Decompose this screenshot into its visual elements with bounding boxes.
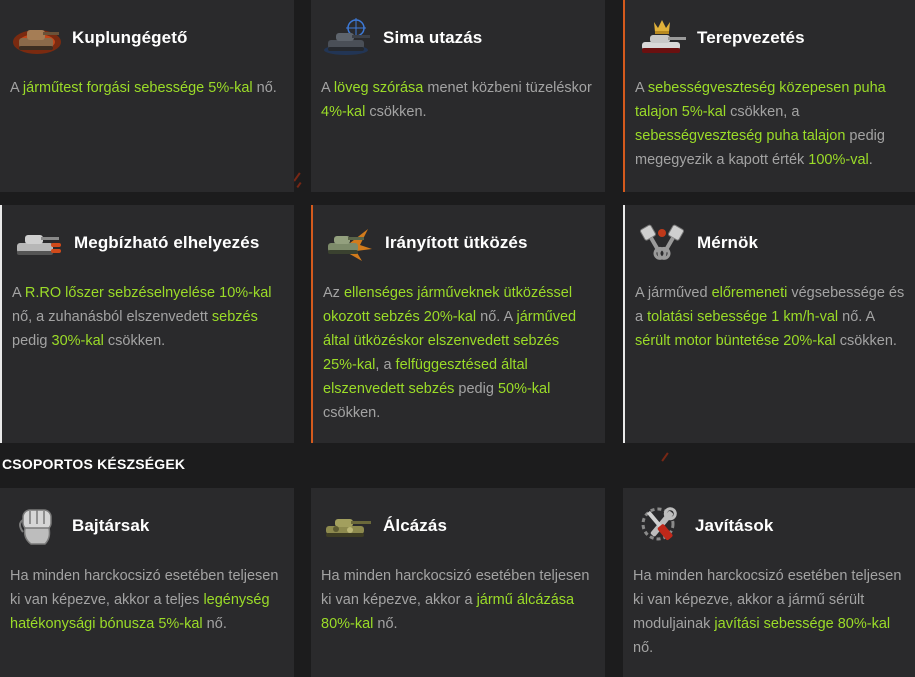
- skills-page: Kuplungégető A járműtest forgási sebessé…: [0, 0, 915, 677]
- skill-description: Ha minden harckocsizó esetében teljesen …: [633, 564, 905, 660]
- skill-card-header: Mérnök: [635, 221, 758, 265]
- skill-card-header: Bajtársak: [10, 504, 149, 548]
- skill-card-bajtarsak[interactable]: Bajtársak Ha minden harckocsizó esetében…: [0, 488, 294, 677]
- skill-title: Sima utazás: [383, 28, 483, 47]
- highlighted-value: sérült motor büntetése 20%-kal: [635, 333, 836, 349]
- skill-card-javitasok[interactable]: Javítások Ha minden harckocsizó esetében…: [623, 488, 915, 677]
- highlighted-value: löveg szórása: [333, 80, 424, 96]
- tank-burning-icon: [10, 16, 64, 60]
- skill-title: Terepvezetés: [697, 28, 805, 47]
- description-text: csökken.: [365, 104, 427, 120]
- skill-card-header: Javítások: [633, 504, 773, 548]
- skill-card-header: Kuplungégető: [10, 16, 187, 60]
- skill-title: Kuplungégető: [72, 28, 188, 47]
- description-text: csökken.: [103, 333, 166, 349]
- description-text: menet közbeni tüzeléskor: [423, 80, 592, 96]
- tank-crosshair-icon: [321, 16, 375, 60]
- skill-card-iranyitott-utkozes[interactable]: Irányított ütközés Az ellenséges járműve…: [311, 205, 605, 443]
- description-text: A járműved: [635, 285, 712, 301]
- skill-description: A löveg szórása menet közbeni tüzeléskor…: [321, 76, 595, 124]
- highlighted-value: 100%-val: [808, 152, 869, 168]
- highlighted-value: tolatási sebessége 1 km/h-val: [647, 309, 839, 325]
- skill-title: Mérnök: [697, 233, 759, 252]
- highlighted-value: járműtest forgási sebessége 5%-kal: [22, 80, 253, 96]
- highlighted-value: 4%-kal: [321, 104, 366, 120]
- highlighted-value: 50%-kal: [497, 381, 551, 397]
- decor-spark: [661, 452, 669, 462]
- fist-icon: [10, 504, 64, 548]
- section-title-group-skills: CSOPORTOS KÉSZSÉGEK: [2, 456, 186, 472]
- highlighted-value: sebzés: [211, 309, 258, 325]
- wrench-screwdriver-icon: [633, 504, 687, 548]
- tank-crown-icon: [635, 16, 689, 60]
- skill-card-sima-utazas[interactable]: Sima utazás A löveg szórása menet közben…: [311, 0, 605, 192]
- description-text: nő.: [202, 616, 227, 632]
- pistons-icon: [635, 221, 689, 265]
- description-text: A: [12, 285, 25, 301]
- description-text: nő.: [633, 640, 654, 656]
- skill-description: Ha minden harckocsizó esetében teljesen …: [321, 564, 595, 636]
- decor-spark: [296, 181, 302, 189]
- description-text: nő. A: [838, 309, 875, 325]
- highlighted-value: javítási sebessége 80%-kal: [714, 616, 891, 632]
- skill-card-terepvezetes[interactable]: Terepvezetés A sebességveszteség közepes…: [623, 0, 915, 192]
- description-text: A: [10, 80, 23, 96]
- tank-camo-icon: [321, 504, 375, 548]
- highlighted-value: sebességveszteség puha talajon: [635, 128, 846, 144]
- skill-card-megbizhato-elhelyezes[interactable]: Megbízható elhelyezés A R.RO lőszer sebz…: [0, 205, 294, 443]
- description-text: nő, a zuhanásból elszenvedett: [12, 309, 212, 325]
- skill-description: A sebességveszteség közepesen puha talaj…: [635, 76, 905, 172]
- skill-card-header: Sima utazás: [321, 16, 482, 60]
- description-text: A: [321, 80, 334, 96]
- description-text: pedig: [12, 333, 52, 349]
- decor-spark: [293, 172, 301, 182]
- description-text: A: [635, 80, 648, 96]
- skill-description: Az ellenséges járműveknek ütközéssel oko…: [323, 281, 595, 425]
- skill-title: Bajtársak: [72, 516, 150, 535]
- skill-title: Megbízható elhelyezés: [74, 233, 260, 252]
- highlighted-value: R.RO lőszer sebzéselnyelése 10%-kal: [24, 285, 272, 301]
- description-text: csökken.: [323, 405, 381, 421]
- skill-card-header: Megbízható elhelyezés: [12, 221, 259, 265]
- description-text: , a: [375, 357, 396, 373]
- description-text: csökken.: [835, 333, 897, 349]
- description-text: .: [868, 152, 873, 168]
- skill-title: Javítások: [695, 516, 774, 535]
- tank-ram-icon: [323, 221, 377, 265]
- description-text: nő. A: [476, 309, 517, 325]
- skill-description: A járműtest forgási sebessége 5%-kal nő.: [10, 76, 284, 100]
- description-text: csökken, a: [726, 104, 800, 120]
- skill-description: Ha minden harckocsizó esetében teljesen …: [10, 564, 284, 636]
- description-text: pedig: [454, 381, 498, 397]
- highlighted-value: 30%-kal: [51, 333, 104, 349]
- skill-card-kuplungegeto[interactable]: Kuplungégető A járműtest forgási sebessé…: [0, 0, 294, 192]
- skill-card-alcazas[interactable]: Álcázás Ha minden harckocsizó esetében t…: [311, 488, 605, 677]
- description-text: nő.: [373, 616, 398, 632]
- skill-card-header: Álcázás: [321, 504, 447, 548]
- skill-title: Irányított ütközés: [385, 233, 528, 252]
- description-text: Az: [323, 285, 344, 301]
- skill-description: A járműved előremeneti végsebessége és a…: [635, 281, 905, 353]
- skill-card-header: Irányított ütközés: [323, 221, 528, 265]
- description-text: nő.: [252, 80, 277, 96]
- skill-description: A R.RO lőszer sebzéselnyelése 10%-kal nő…: [12, 281, 284, 353]
- skill-card-header: Terepvezetés: [635, 16, 805, 60]
- skill-title: Álcázás: [383, 516, 448, 535]
- tank-ammo-icon: [12, 221, 66, 265]
- skill-card-mernok[interactable]: Mérnök A járműved előremeneti végsebessé…: [623, 205, 915, 443]
- highlighted-value: előremeneti: [711, 285, 788, 301]
